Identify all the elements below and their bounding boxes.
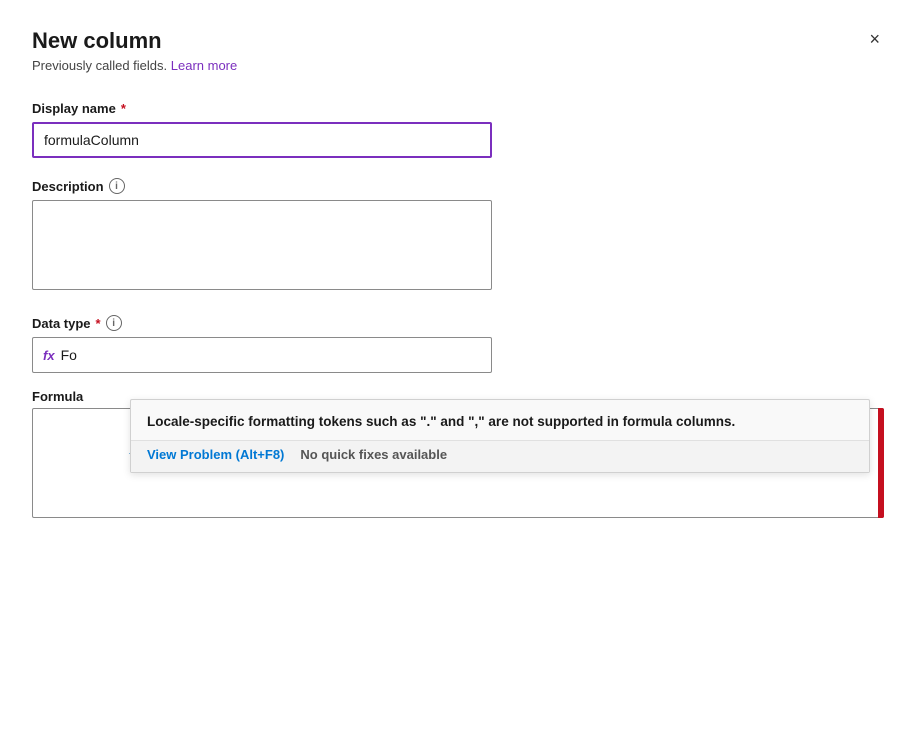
- display-name-field-group: Display name *: [32, 101, 884, 158]
- data-type-dropdown[interactable]: fx Fo: [32, 337, 492, 373]
- formula-section: Formula Locale-specific formatting token…: [32, 389, 884, 518]
- description-info-icon: i: [109, 178, 125, 194]
- data-type-value: Fo: [61, 347, 77, 363]
- dialog-subtitle: Previously called fields. Learn more: [32, 58, 884, 73]
- display-name-label: Display name *: [32, 101, 884, 116]
- error-indicator-bar: [878, 408, 884, 518]
- learn-more-link[interactable]: Learn more: [171, 58, 237, 73]
- dialog-header: New column ×: [32, 28, 884, 54]
- dialog-title: New column: [32, 28, 162, 54]
- tooltip-popup: Locale-specific formatting tokens such a…: [130, 399, 870, 473]
- description-field-group: Description i: [32, 178, 884, 295]
- display-name-input[interactable]: [32, 122, 492, 158]
- description-input[interactable]: [32, 200, 492, 290]
- required-indicator: *: [121, 101, 126, 116]
- data-type-field-group: Data type * i fx Fo: [32, 315, 884, 373]
- data-type-label: Data type * i: [32, 315, 884, 331]
- close-button[interactable]: ×: [865, 26, 884, 52]
- formula-label: Formula Locale-specific formatting token…: [32, 389, 884, 404]
- new-column-dialog: New column × Previously called fields. L…: [0, 0, 916, 752]
- data-type-required: *: [96, 316, 101, 331]
- view-problem-link[interactable]: View Problem (Alt+F8): [147, 447, 284, 462]
- data-type-info-icon: i: [106, 315, 122, 331]
- fx-icon: fx: [43, 348, 55, 363]
- description-label: Description i: [32, 178, 884, 194]
- tooltip-message: Locale-specific formatting tokens such a…: [131, 400, 869, 440]
- tooltip-actions: View Problem (Alt+F8) No quick fixes ava…: [131, 440, 869, 472]
- no-fixes-text: No quick fixes available: [300, 447, 447, 462]
